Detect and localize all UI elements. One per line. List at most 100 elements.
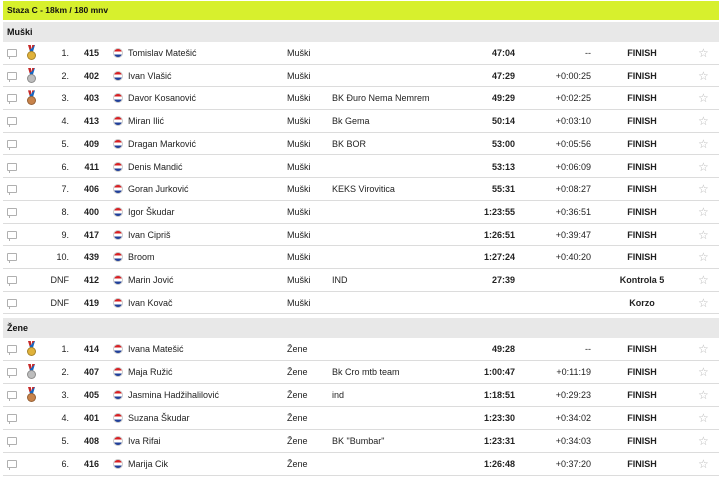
comment-icon[interactable] xyxy=(7,94,17,105)
comment-icon[interactable] xyxy=(7,230,17,241)
star-icon[interactable]: ☆ xyxy=(698,411,709,425)
star-icon[interactable]: ☆ xyxy=(698,434,709,448)
comment-icon[interactable] xyxy=(7,276,17,286)
bib-number: 415 xyxy=(83,48,99,58)
favorite-button[interactable]: ☆ xyxy=(698,430,712,452)
favorite-button[interactable]: ☆ xyxy=(698,178,712,200)
medal-cell xyxy=(26,110,38,132)
comment-button[interactable] xyxy=(7,156,19,178)
favorite-button[interactable]: ☆ xyxy=(698,42,712,64)
favorite-button[interactable]: ☆ xyxy=(698,133,712,155)
comment-button[interactable] xyxy=(7,430,19,452)
status: FINISH xyxy=(627,206,657,217)
bib-number: 417 xyxy=(83,229,99,240)
status: FINISH xyxy=(627,93,657,104)
favorite-button[interactable]: ☆ xyxy=(698,87,712,109)
comment-icon[interactable] xyxy=(7,117,17,128)
favorite-button[interactable]: ☆ xyxy=(698,156,712,178)
comment-icon[interactable] xyxy=(7,298,17,309)
comment-icon[interactable] xyxy=(7,207,17,218)
comment-button[interactable] xyxy=(7,384,19,406)
time-gap xyxy=(519,292,591,314)
croatia-flag-icon xyxy=(113,42,124,64)
comment-button[interactable] xyxy=(7,361,19,383)
comment-icon[interactable] xyxy=(7,460,17,470)
bib-number: 412 xyxy=(83,275,99,285)
favorite-button[interactable]: ☆ xyxy=(698,338,712,360)
favorite-button[interactable]: ☆ xyxy=(698,292,712,314)
comment-icon[interactable] xyxy=(7,162,17,173)
comment-button[interactable] xyxy=(7,407,19,429)
comment-icon[interactable] xyxy=(7,71,17,82)
favorite-button[interactable]: ☆ xyxy=(698,65,712,87)
comment-button[interactable] xyxy=(7,246,19,268)
favorite-button[interactable]: ☆ xyxy=(698,407,712,429)
status: FINISH xyxy=(627,390,657,400)
finish-time: 1:23:30 xyxy=(483,413,515,423)
star-icon[interactable]: ☆ xyxy=(698,46,709,60)
comment-icon[interactable] xyxy=(7,49,17,59)
favorite-button[interactable]: ☆ xyxy=(698,110,712,132)
star-icon[interactable]: ☆ xyxy=(698,182,709,196)
favorite-button[interactable]: ☆ xyxy=(698,246,712,268)
star-icon[interactable]: ☆ xyxy=(698,137,709,151)
comment-icon[interactable] xyxy=(7,391,17,401)
star-icon[interactable]: ☆ xyxy=(698,250,709,264)
bib-number: 403 xyxy=(83,93,99,104)
favorite-button[interactable]: ☆ xyxy=(698,361,712,383)
comment-button[interactable] xyxy=(7,201,19,223)
star-icon[interactable]: ☆ xyxy=(698,296,709,310)
comment-button[interactable] xyxy=(7,178,19,200)
result-row: 2. 407 Maja Ružić Žene Bk Cro mtb team 1:00:4… xyxy=(3,361,719,384)
comment-button[interactable] xyxy=(7,453,19,475)
star-icon[interactable]: ☆ xyxy=(698,160,709,174)
star-icon[interactable]: ☆ xyxy=(698,114,709,128)
medal-cell xyxy=(26,156,38,178)
comment-button[interactable] xyxy=(7,42,19,64)
comment-icon[interactable] xyxy=(7,437,17,447)
comment-button[interactable] xyxy=(7,133,19,155)
comment-button[interactable] xyxy=(7,338,19,360)
star-icon[interactable]: ☆ xyxy=(698,342,709,356)
star-icon[interactable]: ☆ xyxy=(698,273,709,287)
croatia-flag-icon xyxy=(113,65,124,87)
medal-cell xyxy=(26,269,38,291)
comment-button[interactable] xyxy=(7,269,19,291)
comment-button[interactable] xyxy=(7,292,19,314)
star-icon[interactable]: ☆ xyxy=(698,205,709,219)
star-icon[interactable]: ☆ xyxy=(698,69,709,83)
result-row: 8. 400 Igor Škudar Muški 1:23:55 +0:36:51 FINI… xyxy=(3,201,719,224)
favorite-button[interactable]: ☆ xyxy=(698,224,712,246)
favorite-button[interactable]: ☆ xyxy=(698,269,712,291)
athlete-name: Ivan Vlašić xyxy=(128,70,172,81)
comment-button[interactable] xyxy=(7,65,19,87)
comment-icon[interactable] xyxy=(7,185,17,196)
star-icon[interactable]: ☆ xyxy=(698,365,709,379)
result-row: 7. 406 Goran Jurković Muški KEKS Virovitica 5… xyxy=(3,178,719,201)
star-icon[interactable]: ☆ xyxy=(698,91,709,105)
star-icon[interactable]: ☆ xyxy=(698,457,709,471)
comment-icon[interactable] xyxy=(7,253,17,264)
time-gap: +0:37:20 xyxy=(555,459,591,469)
comment-button[interactable] xyxy=(7,87,19,109)
comment-icon[interactable] xyxy=(7,139,17,150)
star-icon[interactable]: ☆ xyxy=(698,388,709,402)
time-gap: +0:00:25 xyxy=(555,70,591,81)
star-icon[interactable]: ☆ xyxy=(698,228,709,242)
favorite-button[interactable]: ☆ xyxy=(698,453,712,475)
bib-number: 414 xyxy=(83,344,99,354)
favorite-button[interactable]: ☆ xyxy=(698,384,712,406)
comment-icon[interactable] xyxy=(7,345,17,355)
comment-icon[interactable] xyxy=(7,414,17,424)
favorite-button[interactable]: ☆ xyxy=(698,201,712,223)
place: 8. xyxy=(61,206,69,217)
category: Muški xyxy=(287,252,311,263)
comment-button[interactable] xyxy=(7,224,19,246)
croatia-flag-icon xyxy=(113,361,124,383)
medal-cell xyxy=(26,178,38,200)
silver-medal-icon xyxy=(26,67,37,84)
athlete-name: Dragan Marković xyxy=(128,138,197,149)
comment-button[interactable] xyxy=(7,110,19,132)
comment-icon[interactable] xyxy=(7,368,17,378)
medal-cell xyxy=(26,407,38,429)
